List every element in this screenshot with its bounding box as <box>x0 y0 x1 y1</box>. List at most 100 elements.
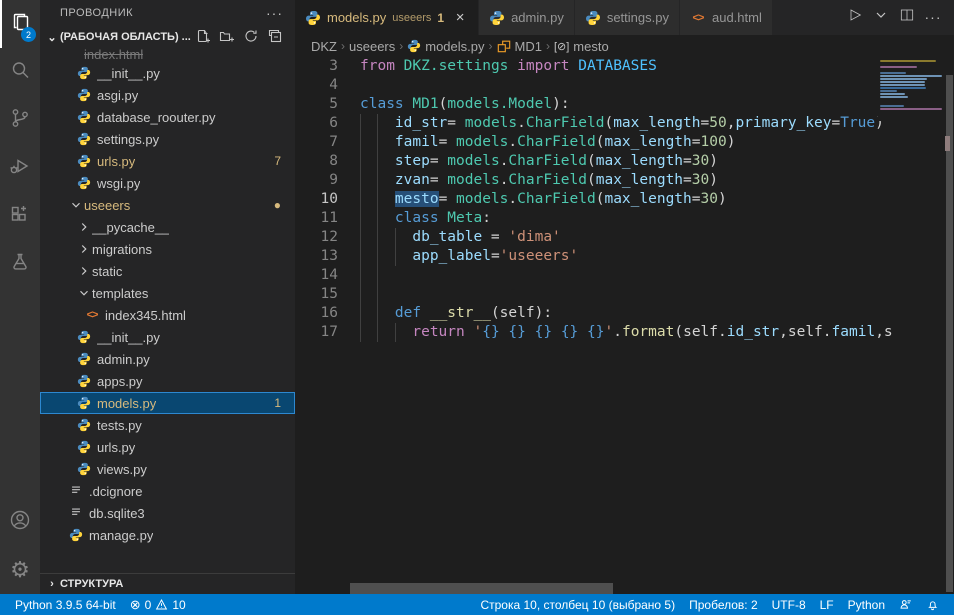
tree-item-wsgi-py[interactable]: wsgi.py <box>40 172 295 194</box>
chevron-down-icon: ⌄ <box>44 31 60 44</box>
code-line-17[interactable]: 17return '{} {} {} {} {}'.format(self.id… <box>295 323 954 342</box>
status-bar: Python 3.9.5 64-bit ⊗0 10 Строка 10, стол… <box>0 594 954 615</box>
chevron-right-icon: › <box>489 39 493 53</box>
tab-settings-py[interactable]: settings.py <box>575 0 680 35</box>
code-line-7[interactable]: 7famil= models.CharField(max_length=100) <box>295 133 954 152</box>
tree-item--pycache-[interactable]: __pycache__ <box>40 216 295 238</box>
activity-search[interactable] <box>0 48 40 96</box>
line-number: 11 <box>295 209 338 228</box>
tree-item--init-py[interactable]: __init__.py <box>40 326 295 348</box>
activity-extensions[interactable] <box>0 192 40 240</box>
python-icon <box>489 10 505 26</box>
tree-item-manage-py[interactable]: manage.py <box>40 524 295 546</box>
tree-item-admin-py[interactable]: admin.py <box>40 348 295 370</box>
line-number: 6 <box>295 114 338 133</box>
line-number: 16 <box>295 304 338 323</box>
file-icon <box>68 484 84 498</box>
tree-item-useeers[interactable]: useeers● <box>40 194 295 216</box>
breadcrumb-item-dkz[interactable]: DKZ <box>311 39 337 54</box>
workspace-section-header[interactable]: ⌄ (РАБОЧАЯ ОБЛАСТЬ) ... <box>40 26 295 48</box>
activity-run-debug[interactable] <box>0 144 40 192</box>
code-line-11[interactable]: 11class Meta: <box>295 209 954 228</box>
tree-item-migrations[interactable]: migrations <box>40 238 295 260</box>
code-editor[interactable]: 3from DKZ.settings import DATABASES45cla… <box>295 57 954 594</box>
code-line-14[interactable]: 14 <box>295 266 954 285</box>
cursor-position[interactable]: Строка 10, столбец 10 (выбрано 5) <box>473 594 682 615</box>
tree-item-tests-py[interactable]: tests.py <box>40 414 295 436</box>
code-line-4[interactable]: 4 <box>295 76 954 95</box>
activity-testing[interactable] <box>0 240 40 288</box>
python-interpreter[interactable]: Python 3.9.5 64-bit <box>8 594 123 615</box>
code-line-3[interactable]: 3from DKZ.settings import DATABASES <box>295 57 954 76</box>
new-folder-icon[interactable] <box>219 28 235 47</box>
activity-account[interactable] <box>0 498 40 546</box>
run-button[interactable] <box>844 7 866 29</box>
outline-section-header[interactable]: › СТРУКТУРА <box>40 573 295 594</box>
feedback[interactable] <box>892 594 919 615</box>
tree-item-clipped[interactable]: index.html <box>40 48 295 62</box>
refresh-icon[interactable] <box>243 28 259 47</box>
tree-item-settings-py[interactable]: settings.py <box>40 128 295 150</box>
tree-item--init-py[interactable]: __init__.py <box>40 62 295 84</box>
symbol-class-icon <box>497 39 511 53</box>
python-icon <box>76 374 92 388</box>
editor-more-button[interactable]: ··· <box>922 7 944 29</box>
eol[interactable]: LF <box>813 594 841 615</box>
code-line-13[interactable]: 13app_label='useeers' <box>295 247 954 266</box>
tree-item-views-py[interactable]: views.py <box>40 458 295 480</box>
tree-item-database-roouter-py[interactable]: database_roouter.py <box>40 106 295 128</box>
beaker-icon <box>8 250 32 279</box>
tree-item-urls-py[interactable]: urls.py7 <box>40 150 295 172</box>
code-line-5[interactable]: 5class MD1(models.Model): <box>295 95 954 114</box>
breadcrumb-item-models-py[interactable]: models.py <box>407 39 484 54</box>
code-line-6[interactable]: 6id_str= models.CharField(max_length=50,… <box>295 114 954 133</box>
tab-aud-html[interactable]: <>aud.html <box>680 0 773 35</box>
line-number: 10 <box>295 190 338 209</box>
tree-item--dcignore[interactable]: .dcignore <box>40 480 295 502</box>
breadcrumb-item-mesto[interactable]: [⊘]mesto <box>554 39 609 54</box>
tab-admin-py[interactable]: admin.py <box>479 0 575 35</box>
explorer-more-icon[interactable]: ··· <box>266 5 283 21</box>
explorer-sidebar: ПРОВОДНИК ··· ⌄ (РАБОЧАЯ ОБЛАСТЬ) ... in… <box>40 0 295 594</box>
tree-item-asgi-py[interactable]: asgi.py <box>40 84 295 106</box>
code-line-10[interactable]: 10mesto= models.CharField(max_length=30) <box>295 190 954 209</box>
language-mode[interactable]: Python <box>841 594 892 615</box>
collapse-all-icon[interactable] <box>267 28 283 47</box>
chevron-down-icon <box>76 286 92 300</box>
encoding[interactable]: UTF-8 <box>765 594 813 615</box>
code-line-15[interactable]: 15 <box>295 285 954 304</box>
code-line-12[interactable]: 12db_table = 'dima' <box>295 228 954 247</box>
activity-source-control[interactable] <box>0 96 40 144</box>
indentation[interactable]: Пробелов: 2 <box>682 594 765 615</box>
code-line-9[interactable]: 9zvan= models.CharField(max_length=30) <box>295 171 954 190</box>
horizontal-scrollbar[interactable] <box>350 583 613 594</box>
code-line-16[interactable]: 16def __str__(self): <box>295 304 954 323</box>
activity-explorer[interactable]: 2 <box>0 0 40 48</box>
notifications[interactable] <box>919 594 946 615</box>
workspace-title: (РАБОЧАЯ ОБЛАСТЬ) ... <box>60 31 195 43</box>
run-icon <box>847 7 863 28</box>
code-line-8[interactable]: 8step= models.CharField(max_length=30) <box>295 152 954 171</box>
tab-models-py[interactable]: models.py useeers 1 × <box>295 0 479 35</box>
explorer-title: ПРОВОДНИК <box>60 7 133 19</box>
tree-item-urls-py[interactable]: urls.py <box>40 436 295 458</box>
breadcrumb-item-md1[interactable]: MD1 <box>497 39 542 54</box>
tree-item-models-py[interactable]: models.py1 <box>40 392 295 414</box>
breadcrumb-item-useeers[interactable]: useeers <box>349 39 395 54</box>
new-file-icon[interactable] <box>195 28 211 47</box>
tree-item-apps-py[interactable]: apps.py <box>40 370 295 392</box>
python-icon <box>585 10 601 26</box>
problems-status[interactable]: ⊗0 10 <box>123 594 193 615</box>
activity-settings[interactable]: ⚙ <box>0 546 40 594</box>
tree-item-static[interactable]: static <box>40 260 295 282</box>
run-dropdown[interactable] <box>870 7 892 29</box>
tree-item-templates[interactable]: templates <box>40 282 295 304</box>
scrollbar-thumb[interactable] <box>946 75 953 592</box>
tree-item-db-sqlite3[interactable]: db.sqlite3 <box>40 502 295 524</box>
python-icon <box>76 352 92 366</box>
minimap[interactable] <box>878 57 945 121</box>
split-editor-button[interactable] <box>896 7 918 29</box>
tree-item-index345-html[interactable]: <>index345.html <box>40 304 295 326</box>
close-icon[interactable]: × <box>452 9 468 26</box>
vertical-scrollbar[interactable] <box>945 57 954 594</box>
